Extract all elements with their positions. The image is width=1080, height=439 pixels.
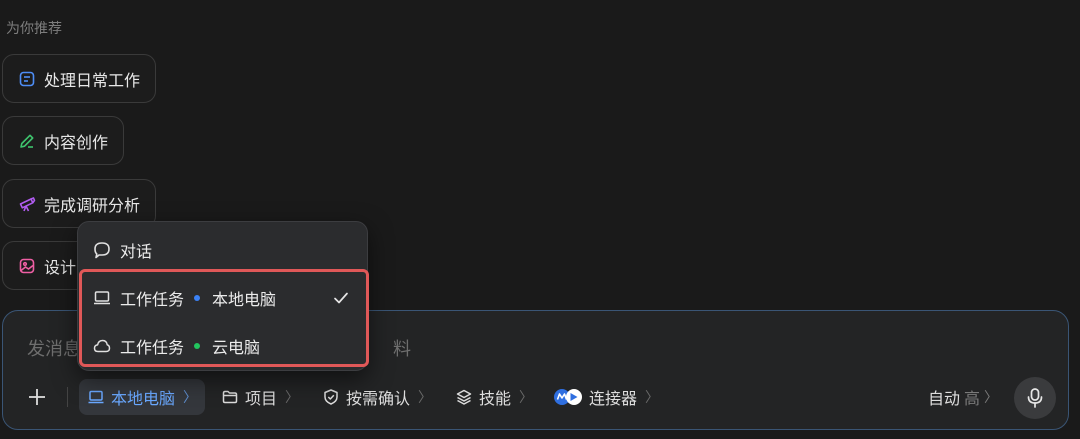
chevron-right-icon: 〉: [183, 390, 198, 406]
toolbar-divider: [67, 387, 68, 407]
menu-item-work-cloud[interactable]: 工作任务 云电脑: [92, 326, 353, 366]
folder-icon: [222, 390, 238, 404]
recommend-chip-label: 完成调研分析: [44, 195, 141, 215]
skills-label: 技能: [479, 389, 512, 408]
status-dot: [194, 343, 201, 349]
composer-toolbar: 本地电脑 〉 项目 〉 按需确认 〉 技能 〉 连接器 〉 自动 高 〉: [3, 377, 1068, 419]
auto-label: 自动: [927, 389, 960, 408]
layers-icon: [456, 389, 472, 405]
shield-check-icon: [324, 389, 338, 405]
connectors-label: 连接器: [589, 389, 638, 408]
recommend-chip-label: 处理日常工作: [44, 70, 141, 90]
placeholder-right: 料: [393, 339, 411, 360]
confirm-label: 按需确认: [346, 389, 411, 408]
telescope-icon: [18, 195, 36, 213]
menu-item-work-local[interactable]: 工作任务 本地电脑: [92, 278, 353, 318]
menu-item-sublabel: 本地电脑: [212, 290, 277, 309]
local-pc-label: 本地电脑: [111, 389, 176, 408]
chevron-right-icon: 〉: [984, 390, 998, 406]
laptop-icon: [88, 390, 104, 404]
plus-icon[interactable]: [23, 383, 51, 411]
chevron-right-icon: 〉: [519, 390, 534, 406]
mode-dropdown-menu: 对话 工作任务 本地电脑 工作任务 云电脑: [77, 221, 368, 371]
placeholder-left: 发消息: [27, 339, 81, 360]
pen-icon: [18, 132, 36, 150]
cloud-icon: [93, 339, 111, 353]
menu-item-label: 对话: [120, 242, 153, 261]
connector-apps-icon: [554, 389, 582, 405]
app-stage: 为你推荐 处理日常工作 内容创作 完成调研分析 设计 发消息 料 本地电脑 〉 …: [0, 0, 1080, 439]
project-button[interactable]: 项目 〉: [213, 379, 307, 415]
laptop-icon: [94, 291, 110, 305]
recommend-chip-label: 设计: [44, 257, 77, 277]
image-icon: [18, 257, 36, 275]
chevron-right-icon: 〉: [285, 390, 300, 406]
recommend-chip-daily-work[interactable]: 处理日常工作: [2, 54, 157, 103]
menu-item-sublabel: 云电脑: [212, 338, 261, 357]
auto-level-selector[interactable]: 自动 高 〉: [928, 379, 998, 415]
microphone-icon: [1027, 388, 1043, 408]
recommend-chip-label: 内容创作: [44, 132, 109, 152]
local-pc-mode-button[interactable]: 本地电脑 〉: [79, 379, 206, 415]
chevron-right-icon: 〉: [645, 390, 660, 406]
section-label-recommend: 为你推荐: [6, 21, 62, 37]
checklist-icon: [18, 70, 36, 88]
microphone-button[interactable]: [1014, 377, 1056, 419]
recommend-chip-content-creation[interactable]: 内容创作: [2, 116, 125, 165]
checkmark-icon: [334, 292, 348, 304]
connectors-button[interactable]: 连接器 〉: [545, 379, 667, 415]
status-dot: [194, 295, 201, 301]
menu-item-label: 工作任务: [120, 290, 185, 309]
chat-bubble-icon: [94, 242, 110, 259]
project-label: 项目: [245, 389, 278, 408]
menu-item-label: 工作任务: [120, 338, 185, 357]
menu-item-chat[interactable]: 对话: [92, 230, 353, 270]
skills-button[interactable]: 技能 〉: [447, 379, 541, 415]
auto-level-value: 高: [963, 389, 980, 408]
chevron-right-icon: 〉: [418, 390, 433, 406]
confirm-mode-button[interactable]: 按需确认 〉: [314, 379, 440, 415]
